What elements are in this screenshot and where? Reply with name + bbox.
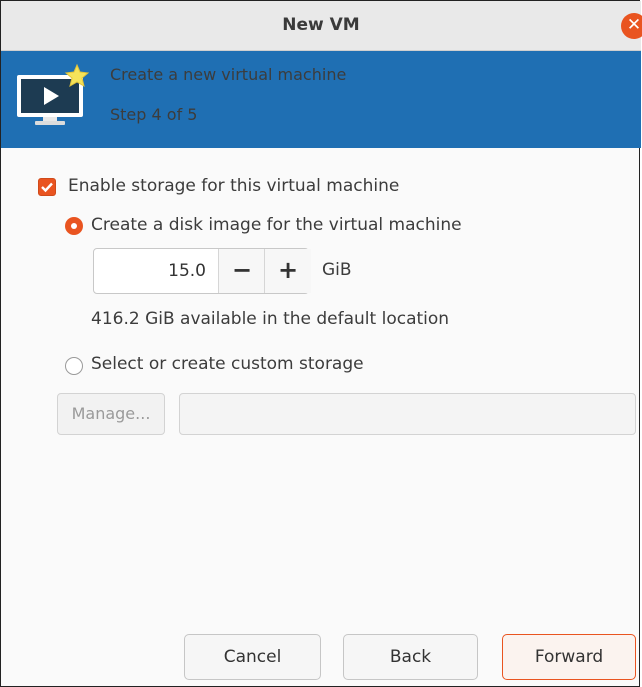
available-space-text: 416.2 GiB available in the default locat… (91, 309, 450, 329)
titlebar: New VM ✕ (1, 1, 642, 51)
back-button[interactable]: Back (343, 634, 478, 680)
custom-storage-radio[interactable] (65, 357, 83, 375)
custom-storage-path-field[interactable] (179, 393, 636, 435)
forward-button[interactable]: Forward (502, 634, 636, 680)
enable-storage-label[interactable]: Enable storage for this virtual machine (68, 176, 399, 196)
wizard-title: Create a new virtual machine (110, 65, 347, 84)
close-icon[interactable]: ✕ (621, 13, 642, 39)
new-vm-dialog: New VM ✕ Create a new virtual machine St… (0, 0, 642, 687)
wizard-step: Step 4 of 5 (110, 105, 198, 124)
disk-size-input[interactable]: 15.0 (94, 249, 218, 293)
disk-size-spinbutton: 15.0 − + (93, 248, 311, 294)
custom-storage-label[interactable]: Select or create custom storage (91, 354, 364, 374)
disk-size-unit: GiB (322, 260, 352, 280)
decrement-button[interactable]: − (218, 249, 265, 293)
window-title: New VM (282, 15, 360, 35)
vm-display-icon (17, 63, 91, 133)
enable-storage-checkbox[interactable] (38, 178, 56, 196)
manage-button[interactable]: Manage... (57, 393, 165, 435)
increment-button[interactable]: + (264, 249, 311, 293)
create-disk-label[interactable]: Create a disk image for the virtual mach… (91, 215, 462, 235)
create-disk-radio[interactable] (65, 217, 83, 235)
cancel-button[interactable]: Cancel (184, 634, 321, 680)
